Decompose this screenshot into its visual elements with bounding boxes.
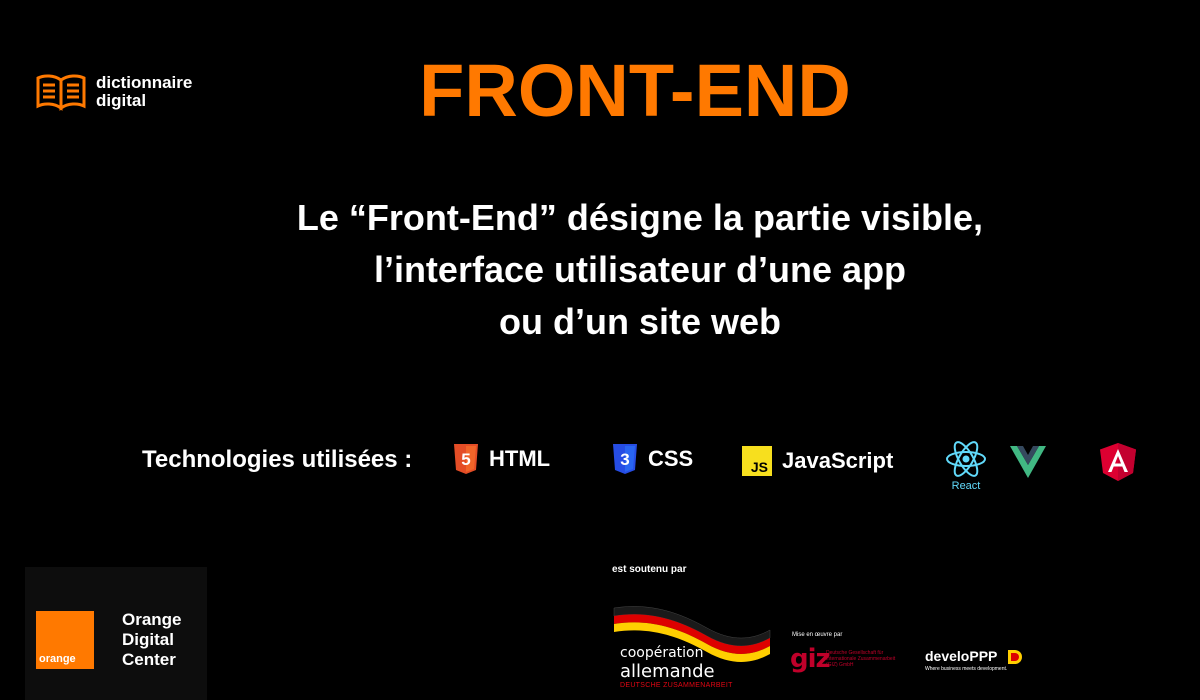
tech-javascript: JS JavaScript [742,446,893,476]
description-line3: ou d’un site web [498,301,781,342]
tech-vue [1010,446,1046,483]
tech-css-label: CSS [648,446,694,471]
support-label: est soutenu par [612,564,687,575]
description-line1: Le “Front-End” désigne la partie visible… [296,197,984,238]
page-title: FRONT-END [419,49,851,132]
orange-logo: orange [36,611,94,669]
description: Le “Front-End” désigne la partie visible… [0,192,1200,348]
vue-icon [1010,446,1046,478]
tech-angular [1098,442,1138,487]
js-icon: JS [742,446,772,476]
tech-react: React [945,441,987,492]
html5-icon: 5 [454,444,478,474]
description-line2: l’interface utilisateur d’une app [373,249,907,290]
developpp-tagline: Where business meets development. [925,666,1008,672]
react-icon [946,441,986,477]
tech-css: 3 CSS [612,444,693,474]
tech-html-label: HTML [489,446,551,471]
giz-label: Mise en œuvre par [792,632,843,638]
developpp-mark-icon [1008,650,1022,664]
svg-text:JS: JS [751,459,768,475]
cooperation-line3: DEUTSCHE ZUSAMMENARBEIT [620,682,733,689]
svg-text:3: 3 [620,450,629,469]
odc-line2: Digital [122,630,174,649]
cooperation-line2: allemande [620,661,715,682]
developpp-logo: develoPPP [925,648,998,664]
odc-line3: Center [122,650,176,669]
tech-react-label: React [951,480,981,492]
odc-line1: Orange [122,610,182,629]
orange-logo-word: orange [39,653,76,665]
tech-javascript-label: JavaScript [782,448,894,473]
giz-subtitle: Deutsche Gesellschaft für Internationale… [826,650,896,668]
technologies-label: Technologies utilisées : [142,446,413,473]
css3-icon: 3 [613,444,637,474]
svg-text:5: 5 [461,450,470,469]
cooperation-line1: coopération [620,645,704,661]
giz-logo: giz [790,644,831,674]
tech-html: 5 HTML [453,444,550,474]
orange-digital-center-name: Orange Digital Center [122,610,182,670]
angular-icon [1100,443,1136,481]
